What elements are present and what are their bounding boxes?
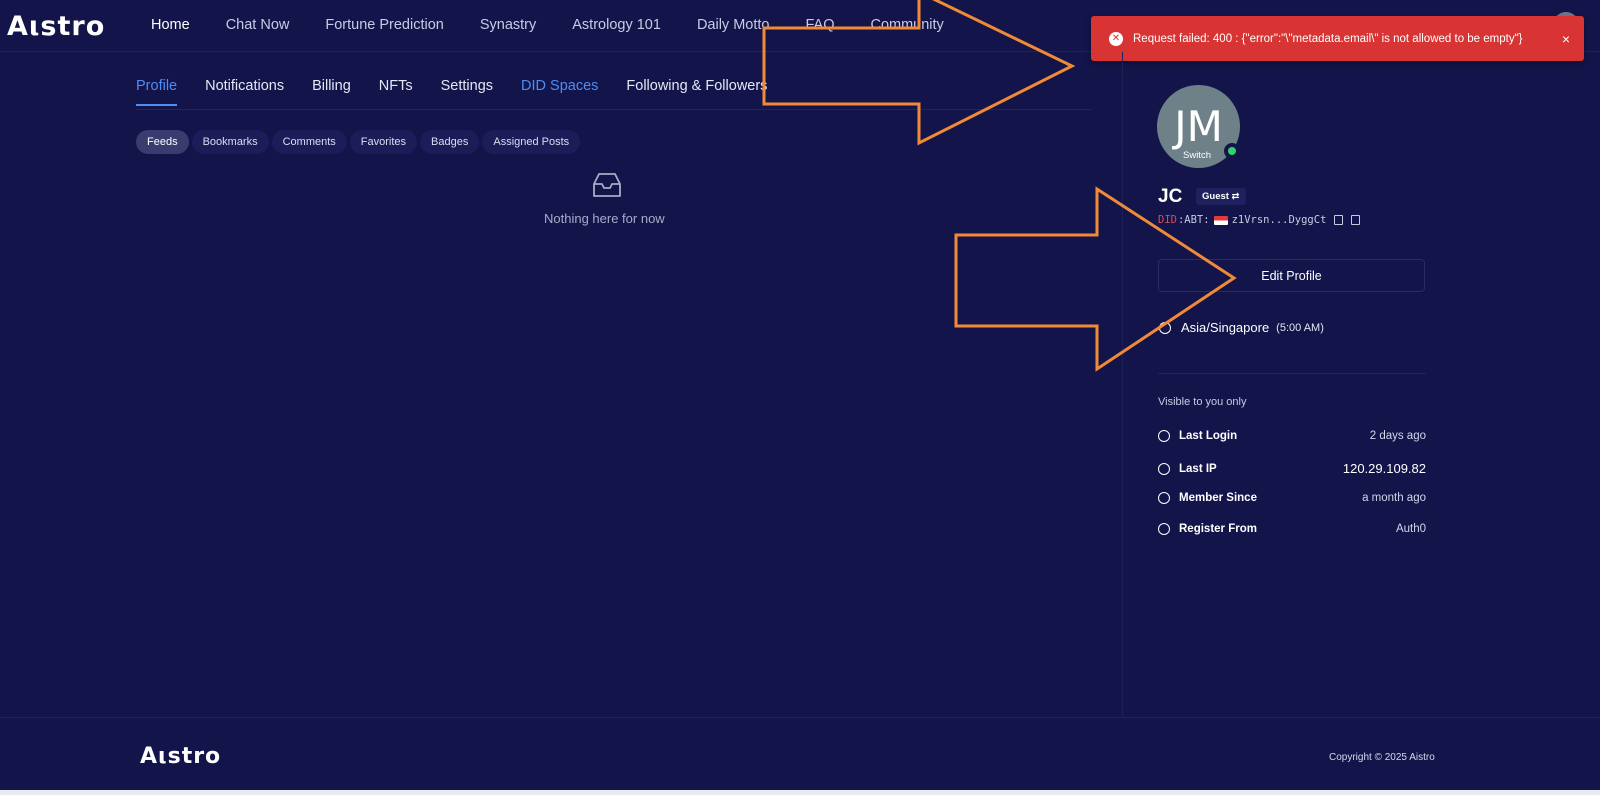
info-row-register-from: Register From Auth0 [1158,523,1426,535]
feed-subtabs: Feeds Bookmarks Comments Favorites Badge… [136,130,581,154]
empty-state-text: Nothing here for now [544,211,665,226]
tab-settings[interactable]: Settings [441,78,493,106]
inbox-icon [593,173,621,197]
online-status-icon [1224,143,1240,159]
timezone-name: Asia/Singapore [1181,320,1270,335]
info-row-last-login: Last Login 2 days ago [1158,430,1426,442]
tab-nfts[interactable]: NFTs [379,78,413,106]
wifi-icon [1158,462,1170,475]
tab-profile[interactable]: Profile [136,78,178,106]
close-icon[interactable]: × [1562,31,1570,47]
nav-community[interactable]: Community [870,17,943,33]
footer-divider [0,717,1600,718]
qrcode-icon[interactable] [1351,215,1361,225]
info-label: Member Since [1179,492,1257,504]
did-address: DID :ABT: z1Vrsn...DyggCt [1158,214,1361,226]
info-row-member-since: Member Since a month ago [1158,492,1426,504]
role-badge[interactable]: Guest ⇄ [1196,188,1246,205]
clock-icon [1159,321,1171,334]
nav-astrology-101[interactable]: Astrology 101 [572,17,661,33]
globe-icon [1158,523,1170,535]
visibility-note: Visible to you only [1158,396,1247,408]
info-label: Last IP [1179,462,1217,475]
local-time: (5:00 AM) [1276,321,1324,334]
history-icon [1158,492,1170,504]
nav-fortune-prediction[interactable]: Fortune Prediction [325,17,443,33]
footer-logo[interactable]: Aιstro [140,744,221,769]
info-value: 2 days ago [1369,430,1426,442]
profile-name: JC [1158,186,1183,207]
tab-following-followers[interactable]: Following & Followers [626,78,767,106]
switch-avatar-label[interactable]: Switch [1183,150,1211,161]
subtab-comments[interactable]: Comments [271,130,347,154]
did-prefix: DID [1158,214,1177,226]
panel-separator [1158,373,1426,374]
edit-profile-button[interactable]: Edit Profile [1158,259,1425,292]
nav-synastry[interactable]: Synastry [480,17,536,33]
subtab-badges[interactable]: Badges [420,130,480,154]
nav-home[interactable]: Home [151,17,190,33]
main-nav: Home Chat Now Fortune Prediction Synastr… [151,17,980,33]
info-label: Last Login [1179,430,1238,442]
tabs-divider [136,109,1092,110]
panel-divider [1122,52,1123,717]
copyright-text: Copyright © 2025 Aistro [1329,752,1435,763]
subtab-feeds[interactable]: Feeds [136,130,189,154]
subtab-assigned-posts[interactable]: Assigned Posts [482,130,581,154]
bottom-strip [0,790,1600,795]
profile-tabs: Profile Notifications Billing NFTs Setti… [136,78,795,106]
info-value: Auth0 [1395,523,1426,535]
subtab-bookmarks[interactable]: Bookmarks [191,130,269,154]
copy-icon[interactable] [1334,215,1344,225]
error-circle-icon: ✕ [1109,31,1123,46]
logo[interactable]: Aιstro [7,11,105,42]
annotation-arrows [762,0,1237,372]
clock-icon [1158,430,1170,442]
info-label: Register From [1179,523,1257,535]
subtab-favorites[interactable]: Favorites [349,130,418,154]
toast-message: Request failed: 400 : {"error":"\"metada… [1133,32,1523,45]
nav-chat-now[interactable]: Chat Now [226,17,290,33]
timezone-row: Asia/Singapore (5:00 AM) [1159,320,1324,335]
did-value: z1Vrsn...DyggCt [1231,214,1327,226]
info-row-last-ip: Last IP 120.29.109.82 [1158,461,1426,476]
did-chain: :ABT: [1177,214,1210,226]
did-avatar-icon [1213,215,1228,225]
tab-notifications[interactable]: Notifications [205,78,284,106]
error-toast: ✕ Request failed: 400 : {"error":"\"meta… [1091,16,1584,61]
info-value: 120.29.109.82 [1342,461,1426,476]
nav-faq[interactable]: FAQ [805,17,834,33]
nav-daily-motto[interactable]: Daily Motto [697,17,770,33]
info-value: a month ago [1362,492,1426,504]
tab-billing[interactable]: Billing [312,78,351,106]
tab-did-spaces[interactable]: DID Spaces [521,78,598,106]
